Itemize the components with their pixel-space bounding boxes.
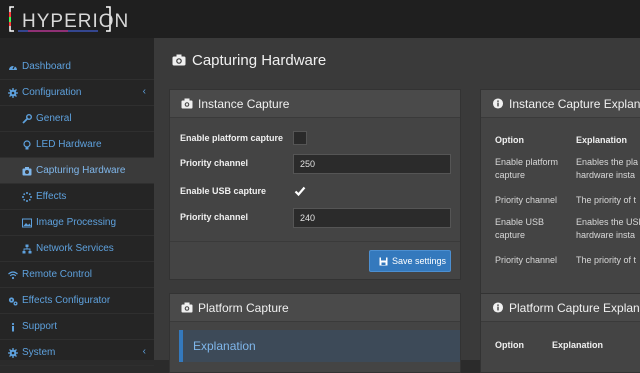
sidebar-item-dashboard[interactable]: Dashboard — [0, 54, 154, 80]
wrench-icon — [22, 114, 32, 124]
gears-icon — [8, 297, 18, 306]
sidebar-item-label: Configuration — [22, 87, 82, 98]
table-cell-option: Priority channel — [495, 195, 558, 205]
sidebar-item-support[interactable]: Support — [0, 314, 154, 340]
tachometer-icon — [9, 64, 17, 70]
field-label: Priority channel — [180, 158, 249, 168]
platform-priority-input[interactable] — [293, 154, 451, 174]
sidebar-item-effects-configurator[interactable]: Effects Configurator — [0, 288, 154, 314]
sidebar: Dashboard Configuration ‹ General LED Ha… — [0, 38, 154, 366]
sidebar-item-capturing-hardware[interactable]: Capturing Hardware — [0, 158, 154, 184]
sidebar-item-label: LED Hardware — [36, 139, 102, 150]
platform-capture-explanation-panel: Platform Capture Explanati Option Explan… — [480, 293, 640, 373]
sidebar-item-label: Support — [22, 321, 58, 332]
camera-icon — [172, 54, 186, 66]
panel-heading: Instance Capture — [170, 90, 460, 118]
panel-heading: Platform Capture — [170, 294, 460, 322]
sidebar-item-label: Image Processing — [36, 217, 117, 228]
table-cell-option: Enable USB capture — [495, 217, 545, 240]
spinner-icon — [22, 192, 32, 202]
chevron-left-icon: ‹ — [142, 86, 146, 97]
sidebar-item-configuration[interactable]: Configuration ‹ — [0, 80, 154, 106]
page-title: Capturing Hardware — [172, 52, 326, 69]
sidebar-item-system[interactable]: System ‹ — [0, 340, 154, 366]
enable-platform-capture-checkbox[interactable] — [293, 131, 307, 145]
info-circle-icon — [492, 302, 504, 313]
camera-icon — [181, 302, 193, 313]
camera-icon — [181, 98, 193, 109]
panel-heading: Instance Capture Explanatio — [481, 90, 640, 118]
sidebar-item-label: Dashboard — [22, 61, 71, 72]
page-title-text: Capturing Hardware — [192, 52, 327, 69]
checkmark-icon — [294, 186, 306, 197]
panel-title: Platform Capture — [198, 301, 289, 315]
field-label: Priority channel — [180, 212, 249, 222]
logo-text: HYPERION — [22, 11, 130, 32]
gear-icon — [8, 88, 18, 98]
sidebar-item-image-processing[interactable]: Image Processing — [0, 210, 154, 236]
table-cell-explanation: The priority of t — [576, 255, 637, 265]
explanation-callout: Explanation — [179, 330, 460, 362]
sidebar-item-general[interactable]: General — [0, 106, 154, 132]
sidebar-item-label: Network Services — [36, 243, 114, 254]
table-header-explanation: Explanation — [552, 340, 604, 350]
table-header-option: Option — [495, 135, 524, 145]
platform-capture-panel: Platform Capture Explanation — [169, 293, 461, 373]
sidebar-item-label: System — [22, 347, 56, 358]
table-cell-explanation: The priority of t — [576, 195, 637, 205]
main-content: Capturing Hardware Instance Capture Enab… — [154, 38, 640, 373]
usb-priority-input[interactable] — [293, 208, 451, 228]
field-label: Enable platform capture — [180, 133, 284, 143]
sitemap-icon — [22, 244, 32, 254]
table-cell-option: Priority channel — [495, 255, 558, 265]
image-icon — [22, 218, 32, 228]
sidebar-item-led-hardware[interactable]: LED Hardware — [0, 132, 154, 158]
panel-title: Platform Capture Explanati — [509, 301, 640, 315]
table-cell-explanation: Enables the pla hardware insta — [576, 157, 639, 180]
sidebar-item-label: Effects — [36, 191, 67, 202]
table-cell-explanation: Enables the USB hardware insta — [576, 217, 640, 240]
sidebar-item-label: Capturing Hardware — [36, 165, 126, 176]
camera-icon — [22, 167, 32, 176]
instance-capture-panel: Instance Capture Enable platform capture… — [169, 89, 461, 280]
enable-usb-capture-checkbox[interactable] — [293, 184, 307, 198]
info-circle-icon — [492, 98, 504, 109]
sidebar-item-effects[interactable]: Effects — [0, 184, 154, 210]
sidebar-item-label: General — [36, 113, 72, 124]
explanation-callout-title: Explanation — [193, 339, 256, 353]
info-icon — [11, 322, 15, 332]
sidebar-item-label: Remote Control — [22, 269, 93, 280]
sidebar-item-network-services[interactable]: Network Services — [0, 236, 154, 262]
wifi-icon — [8, 271, 18, 280]
field-label: Enable USB capture — [180, 186, 267, 196]
hyperion-logo[interactable]: HYPERION — [8, 4, 128, 34]
table-cell-option: Enable platform capture — [495, 157, 559, 180]
save-settings-button[interactable]: Save settings — [369, 250, 451, 272]
lightbulb-icon — [23, 140, 31, 150]
panel-title: Instance Capture Explanatio — [509, 97, 640, 111]
panel-footer: Save settings — [170, 241, 460, 279]
chevron-left-icon: ‹ — [142, 346, 146, 357]
sidebar-item-remote-control[interactable]: Remote Control — [0, 262, 154, 288]
floppy-disk-icon — [379, 257, 388, 266]
gear-icon — [8, 348, 18, 358]
instance-capture-explanation-panel: Instance Capture Explanatio Option Expla… — [480, 89, 640, 319]
table-header-explanation: Explanation — [576, 135, 628, 145]
sidebar-item-label: Effects Configurator — [22, 295, 111, 306]
table-header-option: Option — [495, 340, 524, 350]
top-navbar: HYPERION — [0, 0, 640, 38]
panel-heading: Platform Capture Explanati — [481, 294, 640, 322]
panel-title: Instance Capture — [198, 97, 290, 111]
save-settings-label: Save settings — [392, 256, 447, 266]
